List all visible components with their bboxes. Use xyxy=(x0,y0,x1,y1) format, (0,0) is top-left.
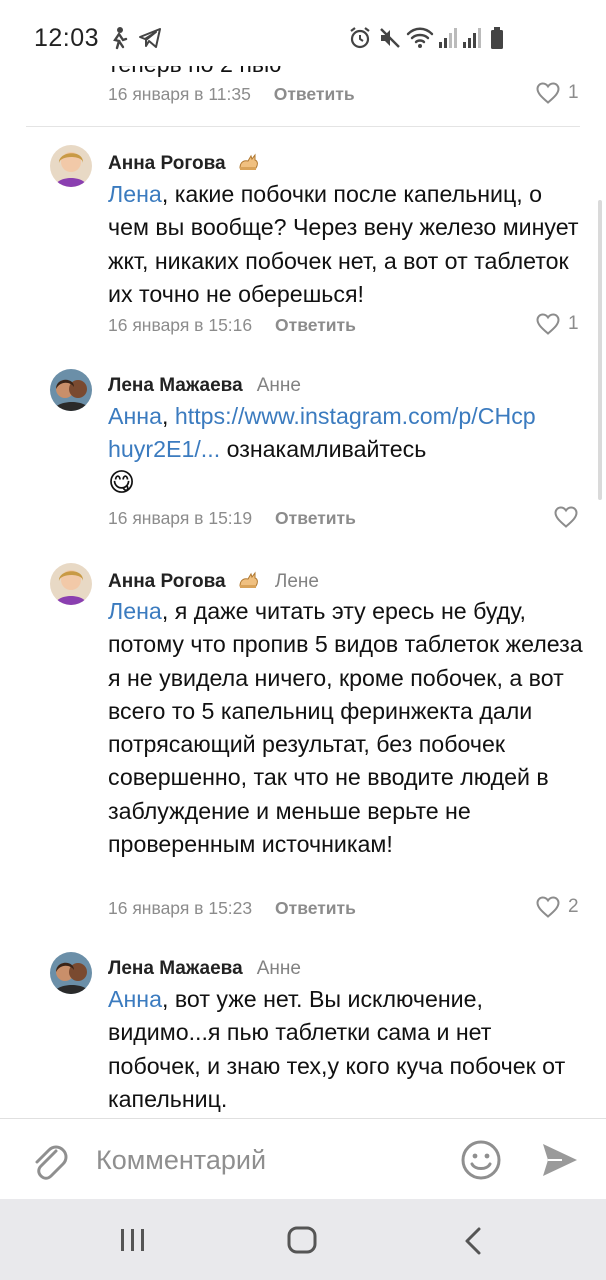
wifi-icon xyxy=(406,24,434,52)
reply-to-label: Лене xyxy=(274,571,319,592)
comment-meta: 16 января в 15:19 Ответить xyxy=(108,508,356,529)
mention-link[interactable]: Анна xyxy=(108,986,162,1012)
comment-composer: Комментарий xyxy=(0,1118,606,1199)
comment-body: , я даже читать эту ересь не буду, потом… xyxy=(108,598,583,858)
comment-author[interactable]: Лена Мажаева Анне xyxy=(108,958,301,980)
attach-icon[interactable] xyxy=(30,1141,68,1186)
mention-link[interactable]: Лена xyxy=(108,181,162,207)
heart-icon xyxy=(536,313,560,335)
cat-emoji-icon xyxy=(237,151,261,177)
reply-button[interactable]: Ответить xyxy=(275,898,356,918)
signal-icon xyxy=(438,24,458,52)
like-count: 2 xyxy=(568,896,579,917)
like-button[interactable]: 1 xyxy=(536,313,579,335)
comment-meta: 16 января в 15:16 Ответить xyxy=(108,315,356,336)
emoji-yum-icon: 😋 xyxy=(108,467,136,498)
reply-to-label: Анне xyxy=(256,375,301,396)
comment-body: ознакамливайтесь xyxy=(220,436,427,463)
comment-author[interactable]: Анна Рогова Лене xyxy=(108,569,319,595)
reply-button[interactable]: Ответить xyxy=(274,84,355,104)
like-count: 1 xyxy=(568,313,579,334)
system-navigation-bar xyxy=(0,1199,606,1280)
send-icon[interactable] xyxy=(540,1141,580,1184)
telegram-icon xyxy=(138,24,162,52)
like-button[interactable]: 1 xyxy=(536,82,579,104)
home-icon[interactable] xyxy=(286,1226,318,1259)
like-button[interactable]: 2 xyxy=(536,896,579,918)
reply-button[interactable]: Ответить xyxy=(275,315,356,335)
mention-link[interactable]: Анна xyxy=(108,403,162,429)
heart-icon xyxy=(536,82,560,104)
comment-date: 16 января в 11:35 xyxy=(108,84,251,104)
comment-meta: 16 января в 15:23 Ответить xyxy=(108,898,356,919)
like-button[interactable] xyxy=(554,506,586,528)
recent-apps-icon[interactable] xyxy=(118,1227,148,1258)
comment-author[interactable]: Анна Рогова xyxy=(108,151,261,177)
avatar[interactable] xyxy=(50,952,92,994)
comment-date: 16 января в 15:19 xyxy=(108,508,253,528)
author-name[interactable]: Анна Рогова xyxy=(108,153,226,174)
walking-figure-icon xyxy=(108,24,130,52)
signal-icon-2 xyxy=(462,24,482,52)
avatar[interactable] xyxy=(50,563,92,605)
scrollbar[interactable] xyxy=(598,200,602,500)
reply-button[interactable]: Ответить xyxy=(275,508,356,528)
avatar[interactable] xyxy=(50,145,92,187)
author-name[interactable]: Лена Мажаева xyxy=(108,958,243,979)
status-bar: 12:03 xyxy=(0,0,606,66)
alarm-icon xyxy=(348,24,372,52)
avatar[interactable] xyxy=(50,369,92,411)
mention-link[interactable]: Лена xyxy=(108,598,162,624)
cat-emoji-icon xyxy=(237,569,261,595)
comment-meta: 16 января в 11:35 Ответить xyxy=(108,84,355,105)
emoji-icon[interactable] xyxy=(460,1139,502,1186)
battery-icon xyxy=(490,24,504,52)
comment-text: Лена, какие побочки после капельниц, о ч… xyxy=(108,178,588,311)
comment-text: Анна, https://www.instagram.com/p/CHcphu… xyxy=(108,400,538,500)
comment-author[interactable]: Лена Мажаева Анне xyxy=(108,375,301,397)
like-count: 1 xyxy=(568,82,579,103)
author-name[interactable]: Анна Рогова xyxy=(108,571,226,592)
comment-text: Лена, я даже читать эту ересь не буду, п… xyxy=(108,595,588,861)
author-name[interactable]: Лена Мажаева xyxy=(108,375,243,396)
heart-icon xyxy=(536,896,560,918)
comment-date: 16 января в 15:16 xyxy=(108,315,253,335)
status-time: 12:03 xyxy=(34,24,100,52)
comment-body: , какие побочки после капельниц, о чем в… xyxy=(108,181,579,307)
comment-body: , вот уже нет. Вы исключение, видимо...я… xyxy=(108,986,566,1112)
heart-icon xyxy=(554,506,578,528)
comment-text: Анна, вот уже нет. Вы исключение, видимо… xyxy=(108,983,588,1116)
back-icon[interactable] xyxy=(462,1226,484,1261)
mute-icon xyxy=(378,24,402,52)
reply-to-label: Анне xyxy=(256,958,301,979)
comment-date: 16 января в 15:23 xyxy=(108,898,253,918)
divider xyxy=(26,126,580,127)
comment-input[interactable]: Комментарий xyxy=(96,1145,266,1176)
comments-feed[interactable]: теперь по 2 пью 16 января в 11:35 Ответи… xyxy=(0,0,606,1118)
